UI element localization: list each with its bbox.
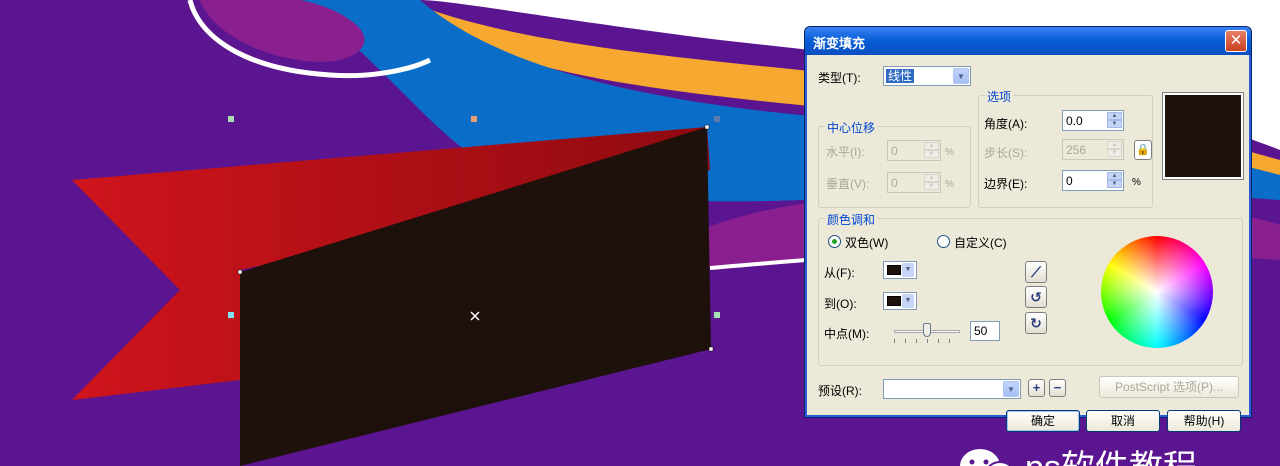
horizontal-unit: % — [945, 147, 954, 158]
add-preset-icon[interactable]: + — [1028, 379, 1045, 397]
from-color-button[interactable]: ▼ — [883, 261, 917, 279]
steps-value: 256 — [1066, 143, 1087, 157]
title-bar[interactable]: 渐变填充 ✕ — [805, 27, 1251, 55]
dialog-title: 渐变填充 — [813, 36, 866, 51]
remove-preset-icon[interactable]: − — [1049, 379, 1066, 397]
midpoint-input[interactable]: 50 — [970, 321, 1000, 341]
chevron-down-icon: ▼ — [902, 263, 914, 277]
vertical-unit: % — [945, 179, 954, 190]
presets-select[interactable]: ▼ — [883, 379, 1021, 399]
color-blend-title: 颜色调和 — [825, 211, 878, 228]
vertical-offset-input[interactable]: 0 ▲ ▼ — [887, 172, 941, 193]
lock-icon[interactable]: 🔒 — [1134, 140, 1152, 160]
watermark-text: ps软件教程 — [1025, 440, 1197, 466]
cancel-button[interactable]: 取消 — [1086, 410, 1160, 432]
ok-button[interactable]: 确定 — [1006, 410, 1080, 432]
spin-arrows-icon: ▲ ▼ — [924, 174, 939, 191]
chevron-down-icon: ▼ — [902, 294, 914, 308]
to-label: 到(O): — [824, 297, 857, 311]
close-icon: ✕ — [1229, 32, 1243, 49]
wechat-logo-icon — [960, 449, 1012, 466]
type-select[interactable]: 线性 ▼ — [883, 66, 971, 86]
horizontal-offset-input[interactable]: 0 ▲ ▼ — [887, 140, 941, 161]
two-color-label: 双色(W) — [845, 236, 889, 250]
chevron-down-icon: ▼ — [1003, 381, 1019, 397]
presets-value — [886, 382, 890, 396]
from-label: 从(F): — [824, 266, 855, 280]
spin-arrows-icon: ▲ ▼ — [1107, 112, 1122, 129]
spin-arrows-icon: ▲ ▼ — [1107, 172, 1122, 189]
center-offset-group: 中心位移 — [818, 119, 971, 208]
midpoint-label: 中点(M): — [824, 327, 870, 341]
direct-blend-icon[interactable]: ⟋ — [1025, 261, 1047, 283]
type-value: 线性 — [886, 69, 915, 83]
edge-unit: % — [1132, 177, 1141, 188]
gradient-preview — [1162, 92, 1244, 180]
spin-arrows-icon: ▲ ▼ — [1107, 141, 1122, 158]
horizontal-offset-value: 0 — [891, 144, 898, 158]
slider-ticks — [894, 339, 960, 343]
counter-clockwise-blend-icon[interactable]: ↺ — [1025, 286, 1047, 308]
angle-label: 角度(A): — [984, 117, 1028, 131]
edge-label: 边界(E): — [984, 177, 1028, 191]
options-title: 选项 — [985, 88, 1014, 105]
steps-input[interactable]: 256 ▲ ▼ — [1062, 139, 1124, 160]
custom-radio[interactable] — [937, 235, 950, 248]
dialog-body: 类型(T): 线性 ▼ 中心位移 水平(I): 0 ▲ ▼ % 垂直(V): 0 … — [808, 55, 1248, 432]
from-color-swatch — [887, 265, 901, 275]
angle-input[interactable]: 0.0 ▲ ▼ — [1062, 110, 1124, 131]
to-color-swatch — [887, 296, 901, 306]
presets-label: 预设(R): — [818, 384, 862, 398]
center-offset-title: 中心位移 — [825, 119, 878, 136]
chevron-down-icon: ▼ — [953, 68, 969, 84]
vertical-offset-value: 0 — [891, 176, 898, 190]
to-color-button[interactable]: ▼ — [883, 292, 917, 310]
type-label: 类型(T): — [818, 71, 861, 85]
midpoint-value: 50 — [974, 324, 988, 338]
gradient-fill-dialog: 渐变填充 ✕ 类型(T): 线性 ▼ 中心位移 水平(I): 0 ▲ ▼ % 垂直… — [804, 26, 1252, 432]
help-button[interactable]: 帮助(H) — [1167, 410, 1241, 432]
edge-value: 0 — [1066, 174, 1073, 188]
vertical-label: 垂直(V): — [826, 177, 870, 191]
edge-input[interactable]: 0 ▲ ▼ — [1062, 170, 1124, 191]
two-color-radio[interactable] — [828, 235, 841, 248]
horizontal-label: 水平(I): — [826, 145, 865, 159]
custom-label: 自定义(C) — [954, 236, 1007, 250]
midpoint-slider-thumb[interactable] — [923, 323, 931, 337]
postscript-options-button[interactable]: PostScript 选项(P)... — [1099, 376, 1239, 398]
color-wheel[interactable] — [1101, 236, 1213, 348]
angle-value: 0.0 — [1066, 114, 1083, 128]
clockwise-blend-icon[interactable]: ↻ — [1025, 312, 1047, 334]
spin-arrows-icon: ▲ ▼ — [924, 142, 939, 159]
steps-label: 步长(S): — [984, 146, 1028, 160]
close-button[interactable]: ✕ — [1225, 30, 1247, 52]
